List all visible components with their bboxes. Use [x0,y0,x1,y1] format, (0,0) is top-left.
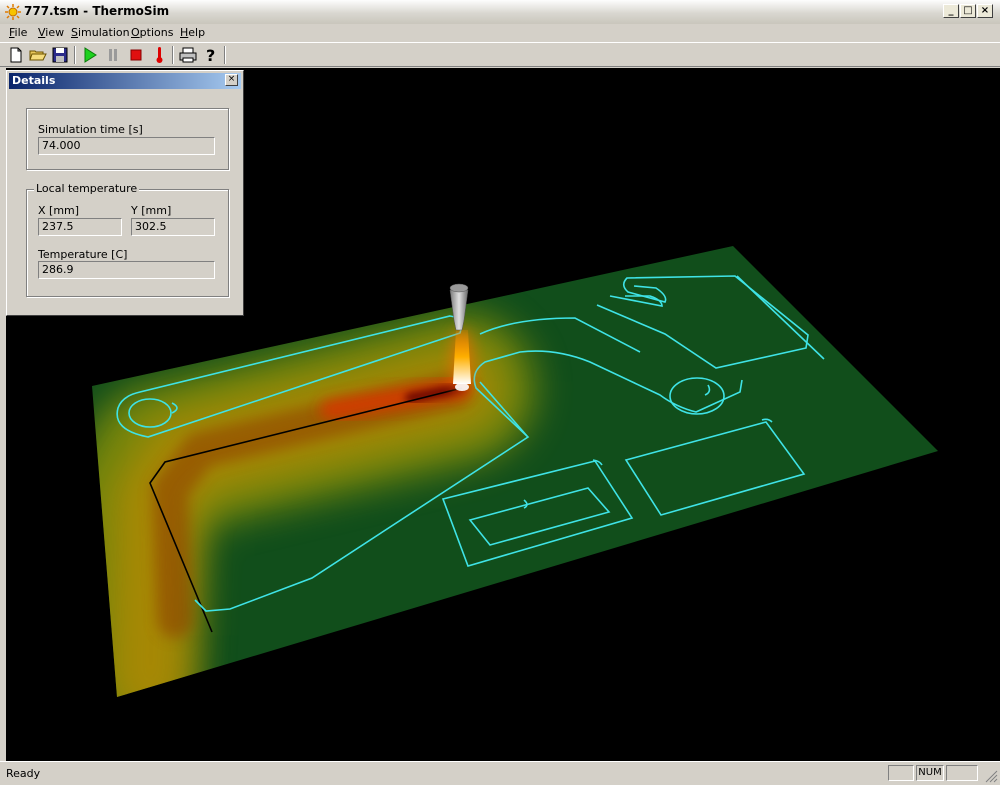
toolbar-separator [172,46,174,64]
thermometer-icon[interactable] [149,45,169,65]
status-num-indicator: NUM [916,765,944,781]
play-icon[interactable] [80,45,100,65]
save-icon[interactable] [50,45,70,65]
title-bar: 777.tsm - ThermoSim _ □ × [0,0,1000,25]
window-title: 777.tsm - ThermoSim [24,4,170,18]
details-title-bar[interactable]: Details × [9,73,241,89]
status-text: Ready [6,767,41,780]
minimize-button[interactable]: _ [943,4,959,18]
maximize-button[interactable]: □ [960,4,976,18]
status-cell-caps [888,765,914,781]
local-temperature-group: Local temperature X [mm] 237.5 Y [mm] 30… [26,182,229,297]
details-panel: Details × Simulation time [s] 74.000 Loc… [6,70,244,316]
details-title: Details [12,74,56,87]
menu-simulation[interactable]: Simulation [71,26,130,39]
temperature-field: 286.9 [38,261,215,279]
simulation-time-field: 74.000 [38,137,215,155]
menu-help[interactable]: Help [180,26,205,39]
status-cell-scroll [946,765,978,781]
torch-flame [453,330,471,384]
x-field: 237.5 [38,218,122,236]
menu-view[interactable]: View [38,26,64,39]
help-icon[interactable]: ? [201,45,221,65]
toolbar: ? [0,42,1000,67]
stop-icon[interactable] [126,45,146,65]
app-sun-icon [5,4,21,20]
simulation-time-group: Simulation time [s] 74.000 [26,108,229,170]
y-field: 302.5 [131,218,215,236]
details-close-button[interactable]: × [225,74,238,86]
menu-options[interactable]: Options [131,26,173,39]
resize-grip-icon[interactable] [985,770,998,783]
new-file-icon[interactable] [6,45,26,65]
local-temperature-group-title: Local temperature [34,182,140,195]
svg-text:?: ? [206,46,215,65]
toolbar-separator [224,46,226,64]
open-folder-icon[interactable] [28,45,48,65]
toolbar-separator [74,46,76,64]
menu-file[interactable]: File [9,26,27,39]
simulation-time-label: Simulation time [s] [38,123,143,136]
y-label: Y [mm] [131,204,172,217]
x-label: X [mm] [38,204,80,217]
pause-icon[interactable] [103,45,123,65]
menu-bar: File View Simulation Options Help [0,24,1000,42]
print-icon[interactable] [178,45,198,65]
status-bar: Ready NUM [0,761,1000,785]
close-button[interactable]: × [977,4,993,18]
temperature-label: Temperature [C] [38,248,128,261]
